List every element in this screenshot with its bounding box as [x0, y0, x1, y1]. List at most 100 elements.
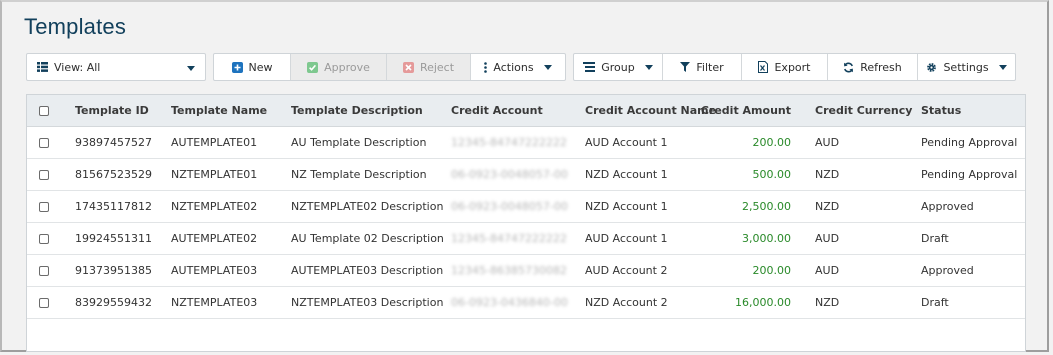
credit-account-cell: 06-0923-0048057-00	[451, 200, 568, 213]
credit-account-name-cell: AUD Account 2	[585, 264, 668, 277]
credit-account-cell: 06-0923-0048057-00	[451, 168, 568, 181]
row-checkbox[interactable]	[39, 127, 49, 158]
view-dropdown[interactable]: View: All	[27, 54, 205, 80]
credit-account-cell: 12345-86385730082	[451, 264, 567, 277]
vertical-ellipsis-icon	[484, 61, 488, 73]
credit-currency-cell: AUD	[815, 136, 840, 149]
template-description-cell: NZ Template Description	[291, 168, 427, 181]
column-header-credit-amount[interactable]: Credit Amount	[701, 95, 791, 126]
filter-button[interactable]: Filter	[663, 54, 742, 80]
settings-dropdown[interactable]: Settings	[918, 54, 1015, 80]
column-header-template-id[interactable]: Template ID	[75, 95, 149, 126]
check-square-icon	[307, 61, 319, 73]
approve-button[interactable]: Approve	[291, 54, 387, 80]
templates-panel: Templates View: All New Approve Reject A…	[0, 0, 1049, 352]
credit-account-cell: 06-0923-0436840-00	[451, 296, 568, 309]
row-checkbox[interactable]	[39, 191, 49, 222]
actions-label: Actions	[493, 60, 534, 74]
new-button[interactable]: New	[214, 54, 291, 80]
template-description-cell: AUTEMPLATE03 Description	[291, 264, 444, 277]
caret-down-icon	[187, 61, 195, 74]
template-name-cell: AUTEMPLATE03	[171, 264, 258, 277]
settings-label: Settings	[943, 60, 989, 74]
filter-label: Filter	[696, 60, 724, 74]
table-row[interactable]: 81567523529 NZTEMPLATE01 NZ Template Des…	[27, 159, 1025, 191]
status-cell: Draft	[921, 296, 949, 309]
credit-amount-cell: 500.00	[752, 168, 792, 181]
refresh-button[interactable]: Refresh	[828, 54, 918, 80]
status-cell: Pending Approval	[921, 168, 1018, 181]
refresh-icon	[843, 62, 854, 73]
templates-grid: Template ID Template Name Template Descr…	[26, 94, 1026, 352]
status-cell: Pending Approval	[921, 136, 1018, 149]
column-header-status[interactable]: Status	[921, 95, 961, 126]
template-description-cell: AU Template 02 Description	[291, 232, 444, 245]
template-description-cell: NZTEMPLATE03 Description	[291, 296, 444, 309]
template-id-cell: 91373951385	[75, 264, 152, 277]
template-name-cell: AUTEMPLATE01	[171, 136, 258, 149]
caret-down-icon	[644, 64, 653, 70]
credit-currency-cell: AUD	[815, 264, 840, 277]
column-header-template-name[interactable]: Template Name	[171, 95, 267, 126]
row-checkbox[interactable]	[39, 287, 49, 318]
grid-header-row: Template ID Template Name Template Descr…	[27, 95, 1025, 127]
template-name-cell: NZTEMPLATE02	[171, 200, 258, 213]
record-actions-toolbar: New Approve Reject Actions	[213, 53, 566, 81]
table-row[interactable]: 83929559432 NZTEMPLATE03 NZTEMPLATE03 De…	[27, 287, 1025, 319]
table-row[interactable]: 91373951385 AUTEMPLATE03 AUTEMPLATE03 De…	[27, 255, 1025, 287]
caret-down-icon	[543, 64, 552, 70]
table-row[interactable]: 93897457527 AUTEMPLATE01 AU Template Des…	[27, 127, 1025, 159]
export-button[interactable]: Export	[742, 54, 828, 80]
credit-amount-cell: 2,500.00	[742, 200, 791, 213]
template-name-cell: AUTEMPLATE02	[171, 232, 258, 245]
credit-currency-cell: NZD	[815, 200, 840, 213]
list-view-icon	[37, 62, 48, 72]
credit-account-name-cell: AUD Account 1	[585, 232, 668, 245]
page-title: Templates	[24, 14, 127, 39]
status-cell: Draft	[921, 232, 949, 245]
row-checkbox[interactable]	[39, 159, 49, 190]
credit-account-name-cell: NZD Account 1	[585, 168, 668, 181]
refresh-label: Refresh	[860, 60, 902, 74]
credit-amount-cell: 16,000.00	[735, 296, 791, 309]
template-name-cell: NZTEMPLATE01	[171, 168, 258, 181]
credit-amount-cell: 3,000.00	[742, 232, 791, 245]
view-toolbar: View: All	[26, 53, 206, 81]
view-label: View: All	[54, 60, 101, 74]
credit-currency-cell: AUD	[815, 232, 840, 245]
template-description-cell: NZTEMPLATE02 Description	[291, 200, 444, 213]
export-label: Export	[774, 60, 811, 74]
credit-account-cell: 12345-84747222222	[451, 136, 567, 149]
credit-account-name-cell: NZD Account 2	[585, 296, 668, 309]
caret-down-icon	[998, 64, 1007, 70]
gear-icon	[926, 62, 937, 73]
table-row[interactable]: 17435117812 NZTEMPLATE02 NZTEMPLATE02 De…	[27, 191, 1025, 223]
credit-currency-cell: NZD	[815, 296, 840, 309]
x-square-icon	[402, 61, 414, 73]
column-header-template-description[interactable]: Template Description	[291, 95, 423, 126]
excel-export-icon	[758, 61, 769, 73]
row-checkbox[interactable]	[39, 223, 49, 254]
credit-currency-cell: NZD	[815, 168, 840, 181]
template-name-cell: NZTEMPLATE03	[171, 296, 258, 309]
reject-label: Reject	[419, 60, 455, 74]
row-checkbox[interactable]	[39, 255, 49, 286]
column-header-credit-account-name[interactable]: Credit Account Name	[585, 95, 716, 126]
template-id-cell: 83929559432	[75, 296, 152, 309]
template-id-cell: 17435117812	[75, 200, 152, 213]
credit-account-cell: 12345-84747222222	[451, 232, 567, 245]
template-id-cell: 19924551311	[75, 232, 152, 245]
select-all-checkbox[interactable]	[39, 95, 49, 126]
approve-label: Approve	[324, 60, 370, 74]
funnel-icon	[680, 62, 691, 72]
column-header-credit-account[interactable]: Credit Account	[451, 95, 543, 126]
credit-amount-cell: 200.00	[752, 136, 792, 149]
group-label: Group	[601, 60, 635, 74]
table-row[interactable]: 19924551311 AUTEMPLATE02 AU Template 02 …	[27, 223, 1025, 255]
actions-dropdown[interactable]: Actions	[471, 54, 565, 80]
column-header-credit-currency[interactable]: Credit Currency	[815, 95, 912, 126]
template-id-cell: 81567523529	[75, 168, 152, 181]
group-dropdown[interactable]: Group	[574, 54, 663, 80]
template-description-cell: AU Template Description	[291, 136, 427, 149]
reject-button[interactable]: Reject	[387, 54, 471, 80]
